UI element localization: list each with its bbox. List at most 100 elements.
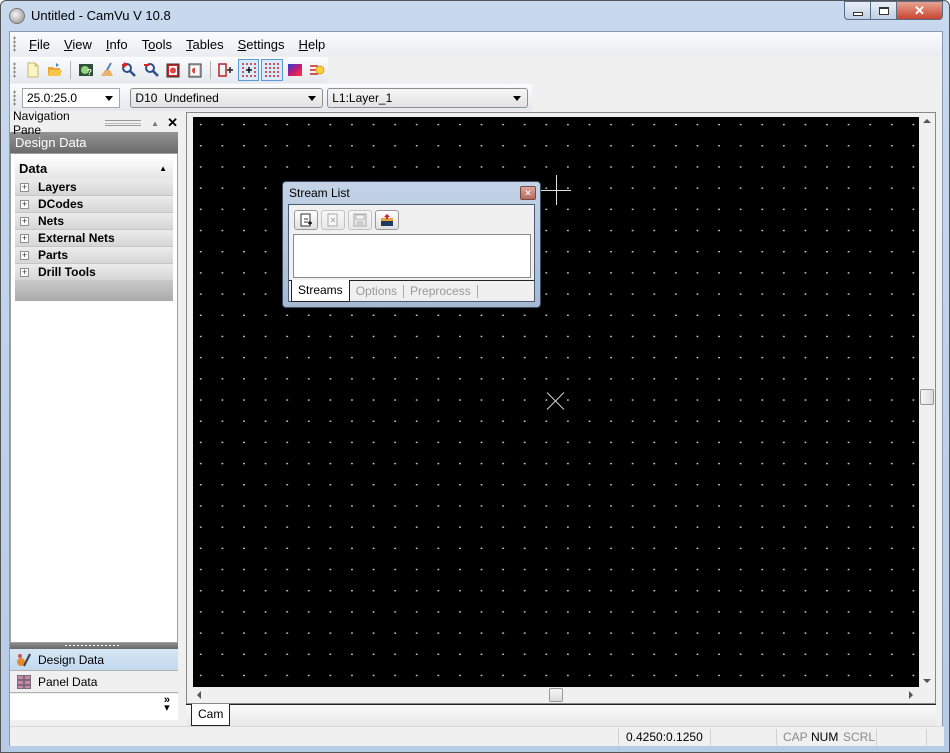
minimize-button[interactable]	[844, 1, 871, 20]
remove-stream-icon	[327, 213, 338, 227]
grid-size-combo[interactable]: 25.0:25.0	[21, 87, 121, 108]
data-group-label: Data	[19, 161, 48, 176]
minimize-icon	[852, 11, 863, 16]
view-icon: ?	[78, 64, 93, 77]
cursor-coordinates: 0.4250:0.1250	[626, 730, 703, 744]
layer-value: L1:Layer_1	[332, 90, 393, 105]
open-icon	[47, 63, 62, 76]
menu-settings[interactable]: Settings	[231, 37, 292, 52]
chevron-down-icon[interactable]	[513, 95, 522, 101]
combobar-grip[interactable]	[13, 89, 16, 106]
nav-overflow: » ▾	[10, 694, 178, 720]
scroll-left-icon[interactable]	[197, 691, 201, 699]
close-button[interactable]: ✕	[897, 1, 943, 20]
load-stream-button[interactable]	[375, 210, 399, 230]
svg-text:?: ?	[87, 68, 92, 77]
insert-button[interactable]	[216, 60, 236, 80]
tree-item-layers[interactable]: + Layers	[15, 179, 173, 196]
tree-item-drill-tools[interactable]: + Drill Tools	[15, 264, 173, 281]
tree-item-nets[interactable]: + Nets	[15, 213, 173, 230]
expand-icon[interactable]: +	[20, 199, 29, 209]
expand-icon[interactable]: +	[20, 182, 29, 192]
zoom-in-button[interactable]	[119, 60, 139, 80]
chevron-down-icon[interactable]	[105, 95, 114, 101]
close-icon[interactable]: ✕	[167, 115, 178, 131]
menu-tables[interactable]: Tables	[179, 37, 231, 52]
menu-help[interactable]: Help	[292, 37, 333, 52]
menu-info[interactable]: Info	[99, 37, 135, 52]
vertical-scroll-thumb[interactable]	[920, 389, 934, 405]
dcode-combo[interactable]: D10 Undefined	[130, 87, 324, 108]
tab-preprocess[interactable]: Preprocess	[404, 281, 477, 302]
expand-icon[interactable]: +	[20, 250, 29, 260]
highlight-icon	[310, 65, 325, 75]
chevron-down-icon[interactable]	[308, 95, 317, 101]
more-buttons-icon[interactable]: » ▾	[164, 695, 170, 714]
navigation-pane: Navigation Pane ▲ ✕ Design Data Data ▲ +…	[10, 109, 178, 720]
tree-item-dcodes[interactable]: + DCodes	[15, 196, 173, 213]
grid-size-value: 25.0:25.0	[26, 90, 78, 105]
nav-pane-title: Navigation Pane	[13, 109, 70, 137]
expand-icon[interactable]: +	[20, 233, 29, 243]
toolbar-grip[interactable]	[13, 62, 16, 78]
scroll-down-icon[interactable]	[923, 679, 931, 683]
menu-grip[interactable]	[13, 36, 16, 52]
data-group-header[interactable]: Data ▲	[15, 158, 173, 179]
status-bar: 0.4250:0.1250 CAP NUM SCRL	[10, 726, 944, 746]
drag-handle[interactable]	[104, 120, 142, 126]
open-button[interactable]	[45, 60, 65, 80]
tab-options[interactable]: Options	[350, 281, 403, 302]
redraw-partial-button[interactable]	[185, 60, 205, 80]
stream-tabs: Streams Options Preprocess	[289, 280, 534, 302]
menu-bar: File View Info Tools Tables Settings Hel…	[10, 32, 942, 56]
collapse-icon[interactable]: ▲	[159, 164, 167, 173]
save-stream-icon	[353, 213, 367, 227]
vertical-scrollbar[interactable]	[919, 113, 935, 687]
new-button[interactable]	[23, 60, 43, 80]
menu-file[interactable]: File	[22, 37, 57, 52]
nav-button-panel-data[interactable]: Panel Data	[10, 671, 178, 693]
menu-view[interactable]: View	[57, 37, 99, 52]
menu-tools[interactable]: Tools	[135, 37, 179, 52]
stream-toolbar	[294, 210, 402, 230]
save-stream-button[interactable]	[348, 210, 372, 230]
redraw-icon	[166, 63, 180, 78]
pin-icon[interactable]: ▲	[151, 119, 159, 128]
remove-stream-button[interactable]	[321, 210, 345, 230]
highlight-button[interactable]	[307, 60, 327, 80]
horizontal-scroll-thumb[interactable]	[549, 688, 563, 702]
redraw-partial-icon	[188, 63, 202, 78]
expand-icon[interactable]: +	[20, 267, 29, 277]
stream-list-title: Stream List	[289, 186, 350, 200]
stream-list-window[interactable]: Stream List ✕ Streams Options Preprocess	[282, 181, 541, 308]
tab-streams[interactable]: Streams	[291, 280, 350, 302]
tree-item-parts[interactable]: + Parts	[15, 247, 173, 264]
caps-lock-indicator: CAP	[783, 730, 808, 744]
layer-combo[interactable]: L1:Layer_1	[327, 87, 529, 108]
nav-button-design-data[interactable]: Design Data	[10, 649, 178, 671]
add-stream-button[interactable]	[294, 210, 318, 230]
view-button[interactable]: ?	[76, 60, 96, 80]
stream-list-close-button[interactable]: ✕	[520, 186, 536, 200]
scroll-right-icon[interactable]	[909, 691, 913, 699]
origin-marker-icon	[546, 391, 566, 411]
title-bar[interactable]: Untitled - CamVu V 10.8 ✕	[1, 1, 949, 31]
snap-grid-button[interactable]	[237, 59, 260, 81]
app-icon[interactable]	[9, 8, 25, 24]
nav-pane-body: Data ▲ + Layers + DCodes + Nets + External N…	[10, 153, 178, 643]
load-stream-icon	[381, 214, 393, 226]
document-tabs: Cam	[186, 704, 936, 726]
stream-list-box[interactable]	[293, 234, 531, 278]
tab-cam[interactable]: Cam	[191, 704, 231, 726]
scroll-up-icon[interactable]	[923, 119, 931, 123]
grid-button[interactable]	[261, 59, 284, 81]
maximize-button[interactable]	[871, 1, 897, 20]
clear-button[interactable]	[98, 60, 118, 80]
zoom-out-button[interactable]	[141, 60, 161, 80]
expand-icon[interactable]: +	[20, 216, 29, 226]
grid-icon	[265, 63, 280, 77]
color-button[interactable]	[285, 60, 305, 80]
horizontal-scrollbar[interactable]	[193, 687, 919, 703]
redraw-button[interactable]	[163, 60, 183, 80]
tree-item-external-nets[interactable]: + External Nets	[15, 230, 173, 247]
